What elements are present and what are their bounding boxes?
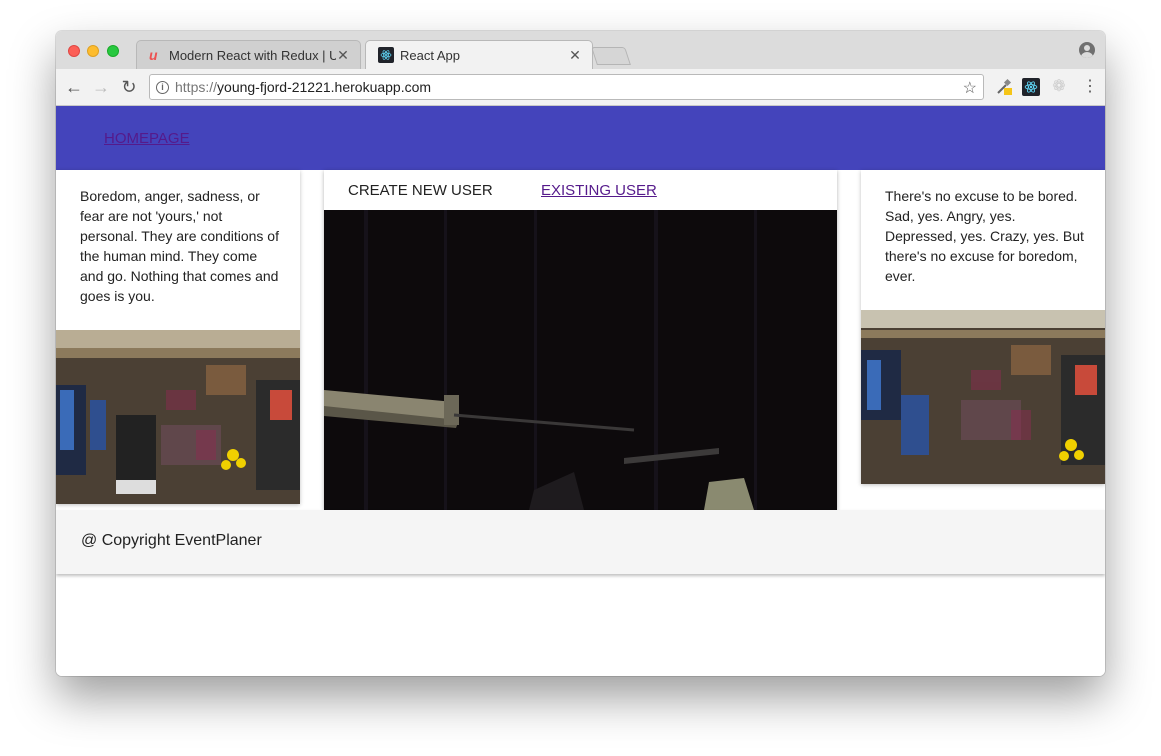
page-footer: @ Copyright EventPlaner <box>56 510 1105 574</box>
eyedropper-extension-icon[interactable] <box>995 78 1013 96</box>
tab-strip: u Modern React with Redux | Ud ✕ React A… <box>56 31 1105 69</box>
close-icon[interactable]: ✕ <box>336 47 350 64</box>
forward-icon[interactable]: → <box>91 77 111 97</box>
reload-icon[interactable]: ↻ <box>119 77 139 97</box>
udemy-icon: u <box>149 47 158 63</box>
window-maximize-button[interactable] <box>107 45 119 57</box>
close-icon[interactable]: ✕ <box>568 47 582 64</box>
user-tabs: CREATE NEW USER EXISTING USER <box>324 170 837 210</box>
window-minimize-button[interactable] <box>87 45 99 57</box>
browser-toolbar: ← → ↻ i https://young-fjord-21221.heroku… <box>56 69 1105 106</box>
page-viewport: HOMEPAGE Boredom, anger, sadness, or fea… <box>56 106 1105 676</box>
tab-react-app[interactable]: React App ✕ <box>365 40 593 69</box>
user-panel: CREATE NEW USER EXISTING USER <box>324 170 837 510</box>
tab-title: Modern React with Redux | Ud <box>169 47 336 63</box>
browser-window: u Modern React with Redux | Ud ✕ React A… <box>56 31 1105 676</box>
homepage-link[interactable]: HOMEPAGE <box>104 130 190 147</box>
star-icon[interactable]: ☆ <box>963 78 977 98</box>
tab-udemy[interactable]: u Modern React with Redux | Ud ✕ <box>136 40 361 69</box>
address-bar[interactable]: i https://young-fjord-21221.herokuapp.co… <box>149 74 984 100</box>
background-video <box>324 210 837 510</box>
tab-existing-user[interactable]: EXISTING USER <box>541 182 657 199</box>
new-tab-button[interactable] <box>591 47 631 65</box>
url-text[interactable]: https://young-fjord-21221.herokuapp.com <box>175 79 431 95</box>
window-close-button[interactable] <box>68 45 80 57</box>
right-quote-text: There's no excuse to be bored. Sad, yes.… <box>885 188 1084 284</box>
menu-icon[interactable]: ⋮ <box>1082 78 1098 96</box>
info-icon[interactable]: i <box>156 80 169 94</box>
right-quote-card: There's no excuse to be bored. Sad, yes.… <box>861 170 1105 484</box>
left-quote-text: Boredom, anger, sadness, or fear are not… <box>80 188 279 304</box>
redux-devtools-icon[interactable]: ❁ <box>1050 78 1068 96</box>
react-icon <box>378 47 394 63</box>
tab-create-new-user[interactable]: CREATE NEW USER <box>348 182 493 199</box>
back-icon[interactable]: ← <box>64 77 84 97</box>
app-header: HOMEPAGE <box>56 106 1105 170</box>
crowd-image <box>861 310 1105 484</box>
tab-title: React App <box>400 47 460 63</box>
profile-icon[interactable] <box>1079 42 1095 58</box>
crowd-image <box>56 330 300 504</box>
left-quote-card: Boredom, anger, sadness, or fear are not… <box>56 170 300 504</box>
copyright-text: @ Copyright EventPlaner <box>81 532 262 549</box>
react-devtools-icon[interactable] <box>1022 78 1040 96</box>
